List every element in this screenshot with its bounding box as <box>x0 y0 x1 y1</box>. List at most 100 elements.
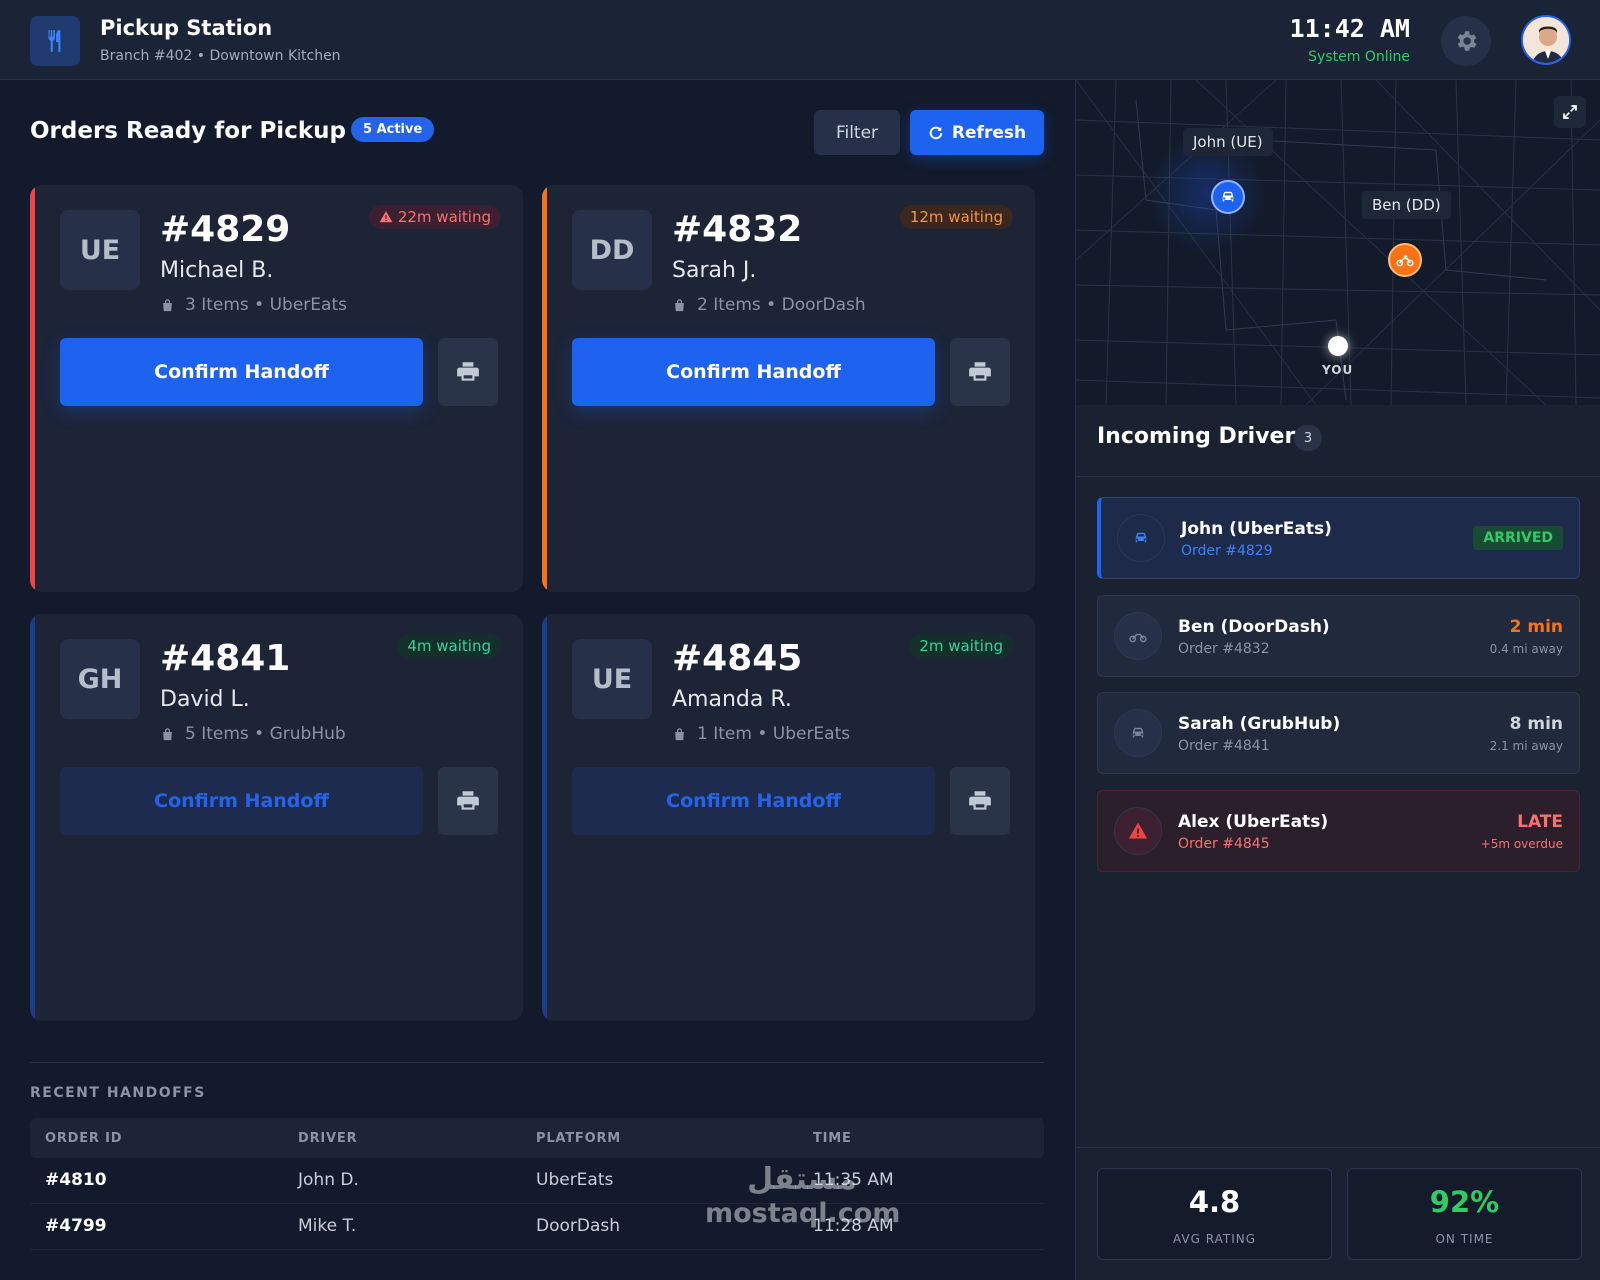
items-summary: 1 Item • UberEats <box>697 724 851 744</box>
warning-icon <box>379 211 393 223</box>
driver-row[interactable]: Sarah (GrubHub) Order #4841 8 min 2.1 mi… <box>1097 692 1580 774</box>
bag-icon <box>163 298 172 311</box>
incoming-drivers-title: Incoming Drivers <box>1097 424 1309 449</box>
filter-label: Filter <box>835 122 879 143</box>
driver-status: 8 min <box>1509 714 1563 734</box>
order-card: DD #4832 Sarah J. 2 Items • DoorDash 12m… <box>542 185 1035 592</box>
map-label-john: John (UE) <box>1183 128 1273 156</box>
print-button[interactable] <box>950 338 1010 406</box>
printer-icon <box>457 791 479 810</box>
column-header: TIME <box>813 1131 852 1146</box>
column-header: ORDER ID <box>45 1131 123 1146</box>
car-icon <box>1117 514 1165 562</box>
status-accent-bar <box>542 614 547 1021</box>
order-id-cell: #4799 <box>45 1216 107 1236</box>
wait-time-text: 22m waiting <box>397 208 491 226</box>
order-number: #4829 <box>160 209 291 250</box>
order-number: #4845 <box>672 638 803 679</box>
wait-time-text: 2m waiting <box>919 637 1003 655</box>
driver-name: Sarah (GrubHub) <box>1178 714 1341 734</box>
driver-row[interactable]: Alex (UberEats) Order #4845 LATE +5m ove… <box>1097 790 1580 872</box>
driver-cell: John D. <box>298 1170 359 1190</box>
active-count-badge: 5 Active <box>351 117 435 142</box>
column-header: PLATFORM <box>536 1131 622 1146</box>
items-summary: 2 Items • DoorDash <box>697 295 866 315</box>
your-location-label: YOU <box>1322 363 1354 377</box>
motorcycle-icon <box>1114 612 1162 660</box>
driver-marker-john[interactable] <box>1211 180 1245 214</box>
stat-label: ON TIME <box>1435 1232 1494 1246</box>
system-status: System Online <box>1308 49 1410 65</box>
avg-rating-stat: 4.8 AVG RATING <box>1097 1168 1332 1260</box>
print-button[interactable] <box>438 338 498 406</box>
driver-name: Alex (UberEats) <box>1178 812 1329 832</box>
driver-name: John (UberEats) <box>1181 519 1332 539</box>
order-card: UE #4829 Michael B. 3 Items • UberEats 2… <box>30 185 523 592</box>
customer-name: Sarah J. <box>672 258 757 283</box>
expand-map-button[interactable] <box>1554 96 1586 128</box>
order-items: 5 Items • GrubHub <box>160 724 346 744</box>
print-button[interactable] <box>950 767 1010 835</box>
watermark-latin: mostaql.com <box>705 1198 901 1229</box>
order-items: 3 Items • UberEats <box>160 295 347 315</box>
order-id-cell: #4810 <box>45 1170 107 1190</box>
wait-time-text: 12m waiting <box>909 208 1003 226</box>
driver-order: Order #4845 <box>1178 836 1270 852</box>
driver-status: ARRIVED <box>1473 526 1563 550</box>
watermark: مستقل mostaql.com <box>705 1160 901 1229</box>
driver-name: Ben (DoorDash) <box>1178 617 1330 637</box>
confirm-handoff-button[interactable]: Confirm Handoff <box>60 767 423 835</box>
platform-cell: DoorDash <box>536 1216 621 1236</box>
page-title: Orders Ready for Pickup <box>30 118 346 144</box>
status-accent-bar <box>30 614 35 1021</box>
platform-initials: UE <box>572 639 652 719</box>
motorcycle-icon <box>1396 255 1414 267</box>
warning-icon <box>1114 807 1162 855</box>
app-title: Pickup Station <box>100 16 273 40</box>
driver-order: Order #4832 <box>1178 641 1270 657</box>
utensils-icon <box>30 16 80 66</box>
platform-cell: UberEats <box>536 1170 614 1190</box>
refresh-button[interactable]: Refresh <box>910 110 1044 155</box>
confirm-label: Confirm Handoff <box>154 790 329 812</box>
printer-icon <box>969 362 991 381</box>
items-summary: 5 Items • GrubHub <box>185 724 346 744</box>
platform-initials: DD <box>572 210 652 290</box>
platform-initials: GH <box>60 639 140 719</box>
divider <box>1076 476 1600 477</box>
divider <box>30 1062 1044 1063</box>
confirm-handoff-button[interactable]: Confirm Handoff <box>60 338 423 406</box>
map-label-ben: Ben (DD) <box>1362 191 1451 219</box>
print-button[interactable] <box>438 767 498 835</box>
confirm-handoff-button[interactable]: Confirm Handoff <box>572 338 935 406</box>
wait-time-badge: 12m waiting <box>899 205 1013 229</box>
stat-label: AVG RATING <box>1172 1232 1257 1246</box>
customer-name: Michael B. <box>160 258 274 283</box>
settings-button[interactable] <box>1441 16 1491 66</box>
driver-status: 2 min <box>1509 617 1563 637</box>
expand-icon <box>1563 105 1577 119</box>
driver-row[interactable]: John (UberEats) Order #4829 ARRIVED <box>1097 497 1580 579</box>
driver-row[interactable]: Ben (DoorDash) Order #4832 2 min 0.4 mi … <box>1097 595 1580 677</box>
confirm-handoff-button[interactable]: Confirm Handoff <box>572 767 935 835</box>
driver-status: LATE <box>1517 812 1563 832</box>
order-card: UE #4845 Amanda R. 1 Item • UberEats 2m … <box>542 614 1035 1021</box>
driver-marker-ben[interactable] <box>1388 243 1422 277</box>
status-accent-bar <box>30 185 35 592</box>
bag-icon <box>675 298 684 311</box>
order-items: 2 Items • DoorDash <box>672 295 866 315</box>
printer-icon <box>457 362 479 381</box>
wait-time-badge: 4m waiting <box>397 634 501 658</box>
map-streets <box>1076 80 1600 405</box>
customer-name: David L. <box>160 687 250 712</box>
confirm-label: Confirm Handoff <box>666 361 841 383</box>
column-header: DRIVER <box>298 1131 358 1146</box>
your-location-marker <box>1328 336 1348 356</box>
user-avatar[interactable] <box>1521 15 1571 65</box>
branch-subtitle: Branch #402 • Downtown Kitchen <box>100 48 341 64</box>
car-icon <box>1114 709 1162 757</box>
filter-button[interactable]: Filter <box>814 110 900 155</box>
confirm-label: Confirm Handoff <box>154 361 329 383</box>
order-number: #4841 <box>160 638 291 679</box>
driver-map[interactable] <box>1076 80 1600 405</box>
